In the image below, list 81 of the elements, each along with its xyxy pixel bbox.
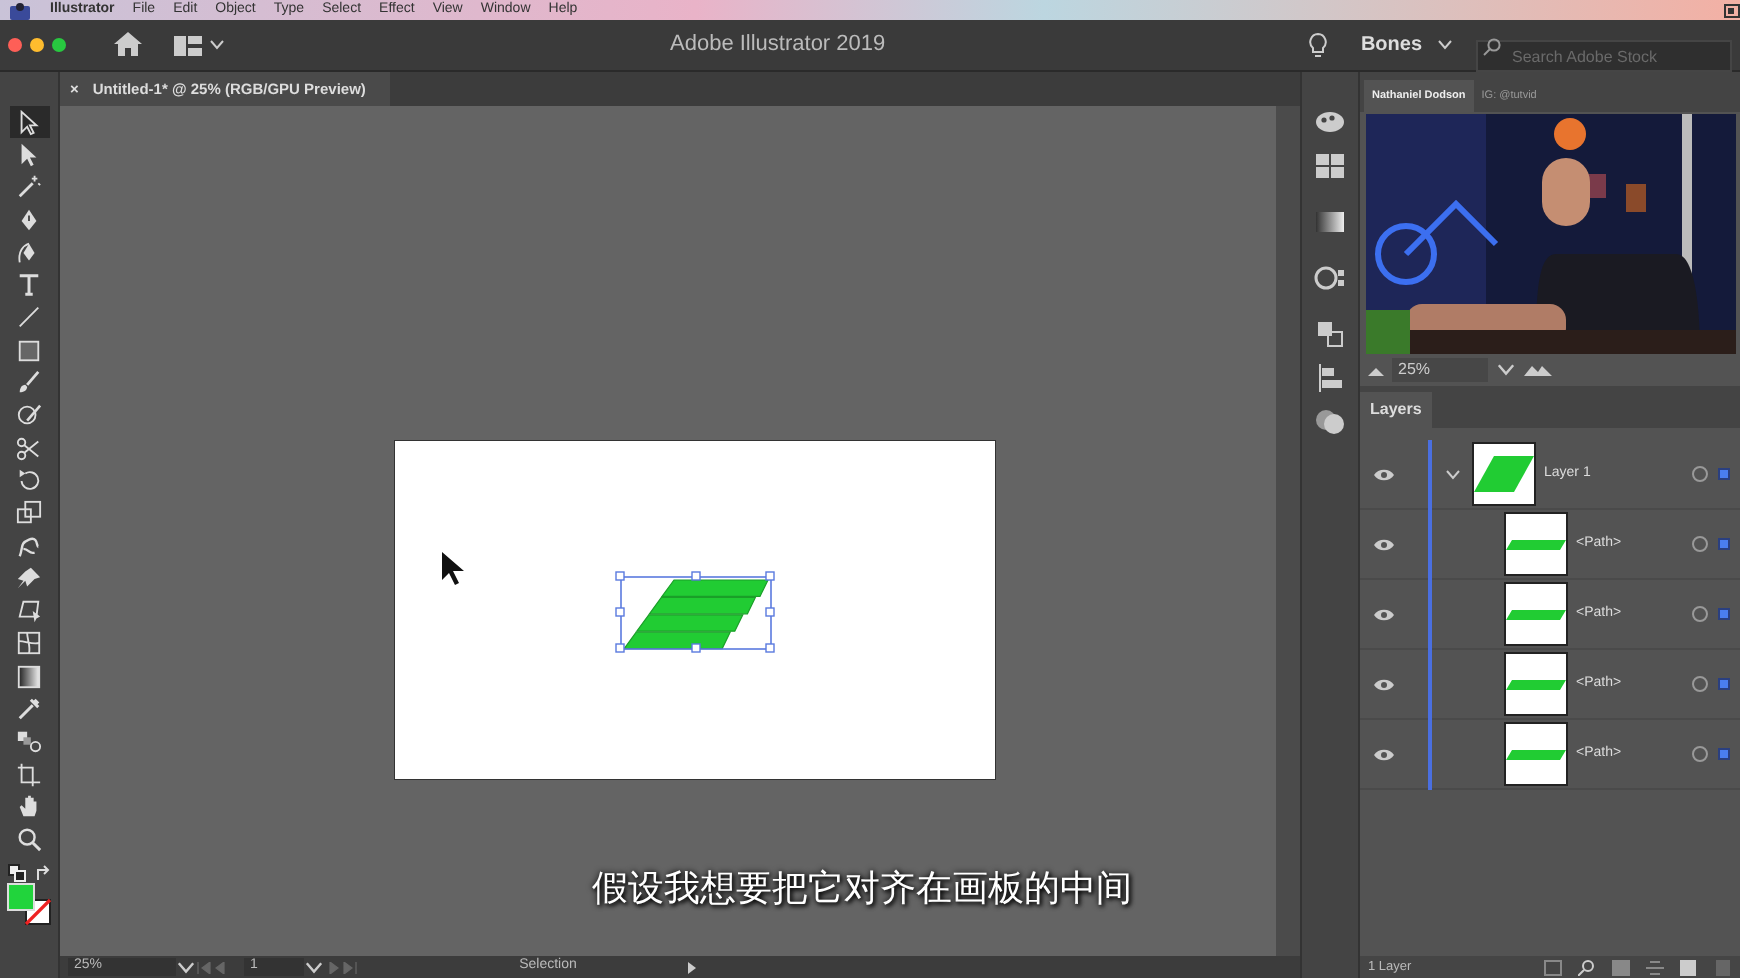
target-icon[interactable] <box>1692 536 1708 552</box>
zoom-icon <box>16 826 42 853</box>
search-field[interactable]: Search Adobe Stock <box>1476 40 1732 72</box>
chevron-icon <box>1438 40 1452 50</box>
export-icon[interactable] <box>1544 959 1562 975</box>
eye-icon[interactable] <box>1374 537 1394 551</box>
eye-icon[interactable] <box>1374 607 1394 621</box>
pen-icon <box>16 207 42 234</box>
hand-icon <box>16 793 42 820</box>
chevron-icon <box>210 40 224 50</box>
zoom-in-icon[interactable] <box>1524 364 1552 376</box>
workspace-switcher[interactable] <box>174 35 224 55</box>
eyedropper-icon <box>16 695 42 722</box>
selection-square[interactable] <box>1718 748 1730 760</box>
layer-thumbnail <box>1504 582 1568 646</box>
eye-icon[interactable] <box>1374 677 1394 691</box>
blend-icon <box>16 728 42 755</box>
close-button[interactable] <box>8 38 22 52</box>
workspace-menu[interactable]: Bones <box>1360 30 1452 60</box>
screen-icon[interactable] <box>1724 3 1740 17</box>
app-icon[interactable] <box>8 1 32 19</box>
warp-icon <box>16 533 42 559</box>
target-icon[interactable] <box>1692 676 1708 692</box>
line-icon <box>16 304 42 331</box>
scrollbar[interactable] <box>1276 106 1300 956</box>
selection-square[interactable] <box>1718 538 1730 550</box>
chevron-icon[interactable] <box>304 961 324 973</box>
selection-square[interactable] <box>1718 468 1730 480</box>
minimize-button[interactable] <box>30 38 44 52</box>
transform-icon <box>16 598 42 625</box>
clip-icon[interactable] <box>1612 959 1630 975</box>
panel-tab[interactable]: Layers <box>1360 392 1432 428</box>
arrow-icon <box>16 109 42 136</box>
brush-icon <box>16 370 42 397</box>
eye-icon[interactable] <box>1374 747 1394 761</box>
squares-icon <box>1314 320 1346 348</box>
pin-icon <box>16 565 42 592</box>
cursor-icon <box>442 552 464 585</box>
chevron-icon[interactable] <box>1496 364 1516 376</box>
layout-icon <box>174 35 202 55</box>
zoom-out-icon[interactable] <box>1368 365 1384 375</box>
layer-thumbnail <box>1504 652 1568 716</box>
new-layer-icon[interactable] <box>1680 959 1698 975</box>
tool-button[interactable] <box>9 106 49 139</box>
chevron-icon[interactable] <box>176 961 196 973</box>
chevron-icon[interactable] <box>1445 469 1459 479</box>
layer-thumbnail <box>1504 512 1568 576</box>
default-colors-icon[interactable] <box>7 863 25 882</box>
window-title: Adobe Illustrator 2019 <box>670 30 886 61</box>
gradient-icon <box>1314 208 1346 236</box>
fill-stroke-icon[interactable] <box>5 881 53 926</box>
sublayer-icon[interactable] <box>1646 959 1664 975</box>
selection-square[interactable] <box>1718 678 1730 690</box>
selection-square[interactable] <box>1718 608 1730 620</box>
palette-icon <box>1314 108 1346 136</box>
home-icon <box>114 32 142 57</box>
letter-icon <box>16 272 42 299</box>
target-icon[interactable] <box>1692 466 1708 482</box>
eye-icon[interactable] <box>1374 467 1394 481</box>
layer-thumbnail <box>1472 442 1536 506</box>
target-icon[interactable] <box>1692 606 1708 622</box>
globe-icon <box>1314 264 1346 292</box>
align-icon <box>1314 364 1346 392</box>
layer-thumbnail <box>1504 722 1568 786</box>
circles-icon <box>1314 408 1346 436</box>
lightbulb-icon[interactable] <box>1308 32 1329 58</box>
rectangle-icon <box>16 337 42 364</box>
rotate-icon <box>16 467 42 494</box>
swap-icon[interactable] <box>33 863 51 882</box>
grid-icon <box>1314 152 1346 180</box>
scale-icon <box>16 500 42 527</box>
target-icon[interactable] <box>1692 746 1708 762</box>
zoom-field[interactable]: 25% <box>1392 358 1488 382</box>
scissors-icon <box>16 435 42 462</box>
gradient-icon <box>16 663 42 690</box>
mesh-icon <box>16 630 42 657</box>
crop-icon <box>16 761 42 788</box>
wand-icon <box>16 174 42 201</box>
subtitle: 假设我想要把它对齐在画板的中间 <box>592 866 1132 914</box>
zoom-button[interactable] <box>52 38 66 52</box>
search-icon[interactable] <box>1578 959 1596 975</box>
